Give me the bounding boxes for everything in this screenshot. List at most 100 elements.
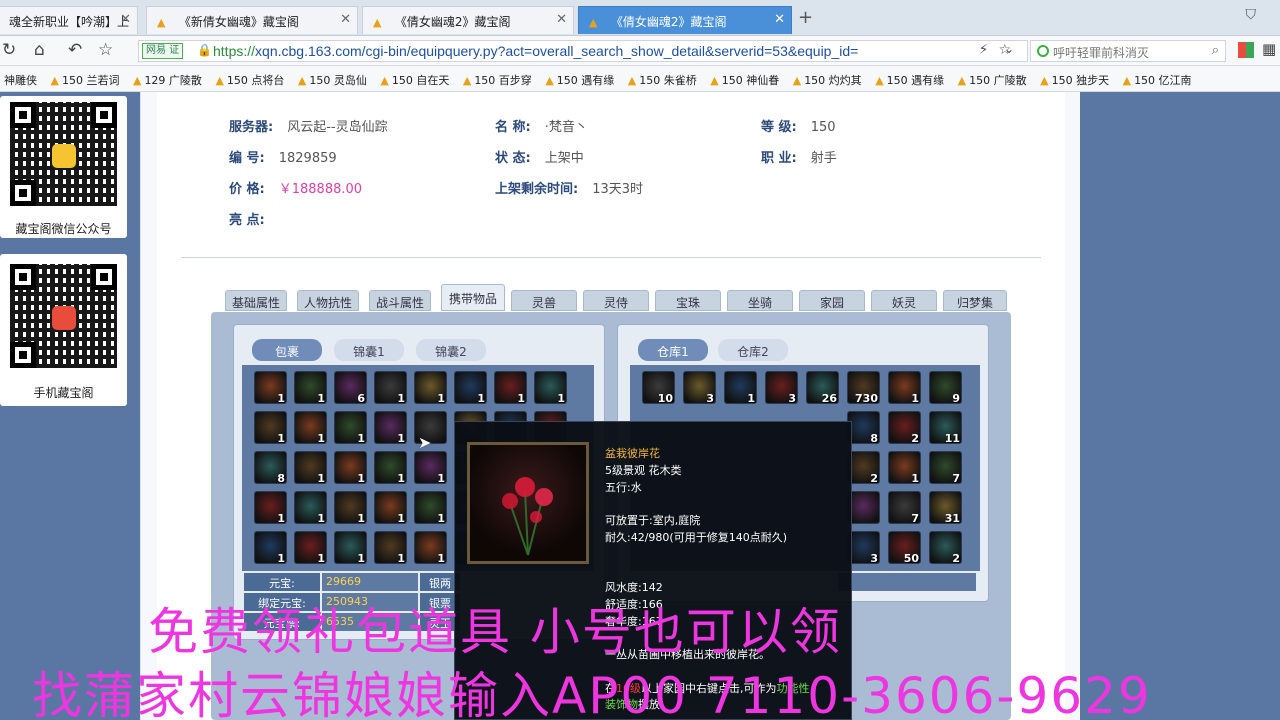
close-icon[interactable]: ✕ bbox=[120, 12, 131, 27]
warehouse-item-slot[interactable]: 11 bbox=[929, 411, 962, 445]
bookmark-item[interactable]: ▲ 150 独步天 bbox=[1036, 66, 1115, 88]
bag-item-slot[interactable]: 1 bbox=[294, 491, 327, 525]
tab-warehouse-2[interactable]: 仓库2 bbox=[718, 339, 788, 361]
bookmark-item[interactable]: 神雕侠 bbox=[0, 66, 43, 88]
bag-item-slot[interactable]: 1 bbox=[294, 531, 327, 565]
apps-icon[interactable] bbox=[1238, 42, 1254, 58]
window-icon[interactable]: ⛉ bbox=[1246, 7, 1257, 23]
close-icon[interactable]: ✕ bbox=[556, 12, 567, 27]
undo-icon[interactable]: ↶ bbox=[68, 40, 82, 60]
tab-pouch-2[interactable]: 锦囊2 bbox=[416, 339, 486, 361]
bag-item-slot[interactable]: 1 bbox=[374, 531, 407, 565]
bag-item-slot[interactable]: 1 bbox=[334, 491, 367, 525]
bag-item-slot[interactable]: 6 bbox=[334, 371, 367, 405]
user-icon[interactable]: ▦ bbox=[1262, 40, 1276, 58]
flash-icon[interactable]: ⚡ bbox=[979, 42, 999, 58]
address-bar[interactable]: 网易 证 🔒 https://xqn.cbg.163.com/cgi-bin/e… bbox=[138, 40, 1028, 62]
bookmark-item[interactable]: ▲ 150 亿江南 bbox=[1119, 66, 1198, 88]
bag-item-slot[interactable]: 1 bbox=[294, 411, 327, 445]
chevron-down-icon[interactable]: ⌄ bbox=[1004, 42, 1014, 56]
new-tab-button[interactable]: + bbox=[798, 7, 813, 28]
bookmark-item[interactable]: ▲ 150 自在天 bbox=[376, 66, 455, 88]
bag-item-slot[interactable]: 1 bbox=[334, 411, 367, 445]
bag-item-slot[interactable]: 8 bbox=[254, 451, 287, 485]
tab-combat-attributes[interactable]: 战斗属性 bbox=[369, 290, 431, 311]
tab-resistance[interactable]: 人物抗性 bbox=[297, 290, 359, 311]
warehouse-item-slot[interactable]: 3 bbox=[683, 371, 716, 405]
bag-item-slot[interactable]: 1 bbox=[494, 371, 527, 405]
item-count: 1 bbox=[517, 392, 525, 405]
item-count: 1 bbox=[317, 512, 325, 525]
bag-item-slot[interactable]: 1 bbox=[294, 371, 327, 405]
bag-item-slot[interactable]: 1 bbox=[374, 411, 407, 445]
warehouse-item-slot[interactable]: 2 bbox=[888, 411, 921, 445]
bookmark-item[interactable]: ▲ 150 兰若词 bbox=[47, 66, 126, 88]
warehouse-item-slot[interactable]: 10 bbox=[642, 371, 675, 405]
bag-item-slot[interactable]: 1 bbox=[454, 371, 487, 405]
tab-4-active[interactable]: ▲ 《倩女幽魂2》藏宝阁 ✕ bbox=[578, 6, 792, 34]
bookmark-item[interactable]: ▲ 150 广陵散 bbox=[954, 66, 1033, 88]
bookmark-item[interactable]: ▲ 150 遇有缘 bbox=[541, 66, 620, 88]
bag-item-slot[interactable]: 1 bbox=[334, 531, 367, 565]
bag-item-slot[interactable]: 1 bbox=[374, 371, 407, 405]
tab-home[interactable]: 家园 bbox=[799, 290, 865, 311]
tab-carried-items[interactable]: 携带物品 bbox=[441, 284, 505, 311]
bag-item-slot[interactable]: 1 bbox=[254, 371, 287, 405]
star-icon[interactable]: ☆ bbox=[98, 40, 113, 60]
tab-3[interactable]: ▲ 《倩女幽魂2》藏宝阁 ✕ bbox=[362, 6, 574, 34]
ingot-label: 元宝: bbox=[244, 573, 320, 591]
bag-item-slot[interactable]: 1 bbox=[414, 531, 447, 565]
tab-1[interactable]: 魂全新职业【吟潮】上 ✕ bbox=[0, 6, 138, 34]
bookmark-item[interactable]: ▲ 150 遇有缘 bbox=[871, 66, 950, 88]
warehouse-item-slot[interactable]: 1 bbox=[888, 371, 921, 405]
warehouse-item-slot[interactable]: 7 bbox=[888, 491, 921, 525]
close-icon[interactable]: ✕ bbox=[340, 12, 351, 27]
close-icon[interactable]: ✕ bbox=[774, 12, 785, 27]
tab-mounts[interactable]: 坐骑 bbox=[727, 290, 793, 311]
tab-dream-collection[interactable]: 归梦集 bbox=[943, 290, 1007, 311]
tab-basic-attributes[interactable]: 基础属性 bbox=[225, 290, 287, 311]
tab-spirits[interactable]: 妖灵 bbox=[871, 290, 937, 311]
bookmark-item[interactable]: ▲ 150 灵岛仙 bbox=[294, 66, 373, 88]
bag-item-slot[interactable]: 1 bbox=[254, 531, 287, 565]
bag-item-slot[interactable]: 1 bbox=[414, 371, 447, 405]
tab-warehouse-1[interactable]: 仓库1 bbox=[638, 339, 708, 361]
tab-pets[interactable]: 灵兽 bbox=[511, 290, 577, 311]
warehouse-item-slot[interactable]: 26 bbox=[806, 371, 839, 405]
bookmark-item[interactable]: ▲ 150 点将台 bbox=[211, 66, 290, 88]
warehouse-item-slot[interactable]: 1 bbox=[724, 371, 757, 405]
warehouse-item-slot[interactable]: 9 bbox=[929, 371, 962, 405]
warehouse-item-slot[interactable]: 31 bbox=[929, 491, 962, 525]
warehouse-item-slot[interactable]: 1 bbox=[888, 451, 921, 485]
bag-item-slot[interactable]: 1 bbox=[374, 491, 407, 525]
bookmark-item[interactable]: ▲ 150 朱雀桥 bbox=[624, 66, 703, 88]
bag-item-slot[interactable]: 1 bbox=[294, 451, 327, 485]
bag-item-slot[interactable]: 1 bbox=[334, 451, 367, 485]
bag-item-slot[interactable]: 1 bbox=[414, 451, 447, 485]
search-input[interactable]: 呼吁轻罪前科消灭 ⌕ bbox=[1030, 40, 1226, 62]
bag-item-slot[interactable]: 1 bbox=[414, 491, 447, 525]
home-icon[interactable]: ⌂ bbox=[34, 40, 45, 60]
bag-item-slot[interactable]: 1 bbox=[534, 371, 567, 405]
tab-servants[interactable]: 灵侍 bbox=[583, 290, 649, 311]
tab-1-label: 魂全新职业【吟潮】上 bbox=[9, 15, 130, 29]
warehouse-item-slot[interactable]: 2 bbox=[929, 531, 962, 565]
warehouse-item-slot[interactable]: 50 bbox=[888, 531, 921, 565]
warehouse-item-slot[interactable]: 730 bbox=[847, 371, 880, 405]
status-row: 状 态: 上架中 bbox=[495, 147, 584, 166]
bookmark-item[interactable]: ▲ 150 百步穿 bbox=[459, 66, 538, 88]
bag-item-slot[interactable]: 1 bbox=[374, 451, 407, 485]
bookmark-item[interactable]: ▲ 150 灼灼其 bbox=[789, 66, 868, 88]
bag-item-slot[interactable]: 1 bbox=[254, 491, 287, 525]
search-icon[interactable]: ⌕ bbox=[1212, 43, 1219, 58]
bookmark-item[interactable]: ▲ 129 广陵散 bbox=[129, 66, 208, 88]
tab-bag[interactable]: 包裹 bbox=[252, 339, 322, 361]
tab-2[interactable]: ▲ 《新倩女幽魂》藏宝阁 ✕ bbox=[146, 6, 358, 34]
tab-pouch-1[interactable]: 锦囊1 bbox=[334, 339, 404, 361]
warehouse-item-slot[interactable]: 7 bbox=[929, 451, 962, 485]
bookmark-item[interactable]: ▲ 150 神仙眷 bbox=[706, 66, 785, 88]
tab-orbs[interactable]: 宝珠 bbox=[655, 290, 721, 311]
bag-item-slot[interactable]: 1 bbox=[254, 411, 287, 445]
refresh-icon[interactable]: ↻ bbox=[2, 40, 16, 60]
warehouse-item-slot[interactable]: 3 bbox=[765, 371, 798, 405]
